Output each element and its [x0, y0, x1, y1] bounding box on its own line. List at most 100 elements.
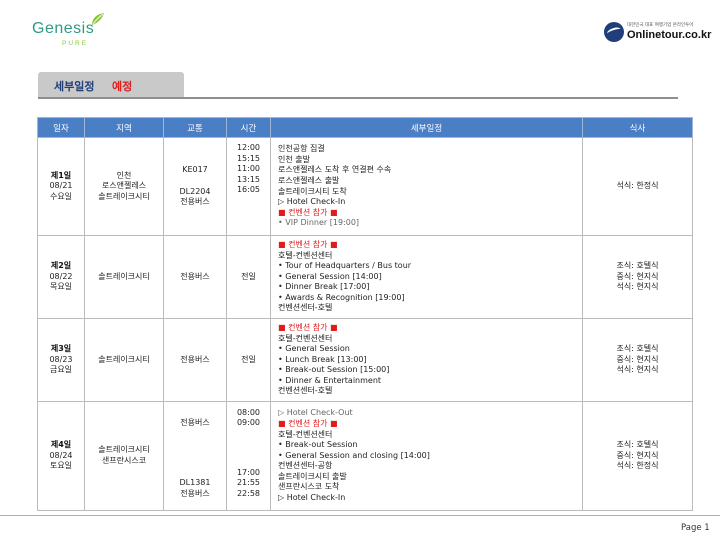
- day-date: 08/22: [49, 271, 73, 281]
- header-transport: 교통: [163, 117, 227, 138]
- day-weekday: 토요일: [49, 461, 73, 471]
- transport-line: 전용버스: [180, 354, 210, 364]
- transport-line: 전용버스: [180, 271, 210, 281]
- day-label: 제2일: [50, 261, 72, 271]
- detail-line: 솔트레이크시티 도착: [278, 186, 347, 196]
- region-cell: 솔트레이크시티: [84, 235, 164, 319]
- transport-line: KE017: [182, 165, 208, 175]
- detail-line: • General Session: [278, 344, 350, 354]
- day-date: 08/24: [49, 450, 73, 460]
- page-number: Page 1: [681, 523, 710, 533]
- time-line: 15:15: [236, 153, 261, 163]
- detail-line: 호텔-컨벤션센터: [278, 429, 333, 439]
- meal-line: 조식: 호텔식: [616, 344, 659, 354]
- detail-line: 컨벤션센터-호텔: [278, 386, 333, 396]
- region-cell: 인천 로스앤젤레스 솔트레이크시티: [84, 137, 164, 236]
- header-date: 일자: [37, 117, 85, 138]
- day-label: 제3일: [50, 344, 72, 354]
- detail-line: 샌프란시스코 도착: [278, 482, 340, 492]
- detail-line: 컨벤션센터-호텔: [278, 303, 333, 313]
- transport-spacer: [164, 408, 226, 419]
- time-line: 09:00: [236, 418, 261, 428]
- table-row: 제1일 08/21 수요일 인천 로스앤젤레스 솔트레이크시티 KE017 DL…: [37, 137, 693, 236]
- transport-line: 전용버스: [180, 488, 210, 498]
- region-line: 솔트레이크시티: [98, 191, 150, 201]
- meal-line: 석식: 현지식: [616, 282, 659, 292]
- transport-line: DL2204: [179, 186, 211, 196]
- time-cell: 08:00 09:00 17:00 21:55 22:58: [226, 401, 271, 511]
- detail-line: 컨벤션센터-공항: [278, 461, 333, 471]
- section-tab: 세부일정 예정: [38, 72, 184, 98]
- detail-line: • Break-out Session [15:00]: [278, 365, 390, 375]
- onlinetour-tagline: 대한민국 대표 여행기업 온라인투어: [627, 23, 694, 28]
- detail-line: • Lunch Break [13:00]: [278, 354, 367, 364]
- day-weekday: 수요일: [49, 191, 73, 201]
- time-line: 전일: [241, 354, 256, 364]
- detail-line: ▷ Hotel Check-Out: [278, 408, 353, 418]
- day-label: 제1일: [50, 170, 72, 180]
- itinerary-table: 일자 지역 교통 시간 세부일정 식사 제1일 08/21 수요일 인천 로스앤…: [37, 117, 693, 511]
- detail-cell: ■ 컨벤션 참가 ■ 호텔-컨벤션센터 • General Session • …: [270, 318, 583, 402]
- section-status: 예정: [112, 80, 133, 93]
- header-meals: 식사: [582, 117, 693, 138]
- detail-line: • General Session [14:00]: [278, 271, 382, 281]
- detail-line: 호텔-컨벤션센터: [278, 333, 333, 343]
- detail-line: 인천공항 집결: [278, 144, 325, 154]
- meal-line: 석식: 한정식: [616, 461, 659, 471]
- footer-divider: [0, 515, 720, 516]
- day-cell: 제2일 08/22 목요일: [37, 235, 85, 319]
- genesis-logo-subtext: PURE: [62, 40, 89, 47]
- convention-label: ■ 컨벤션 참가 ■: [278, 418, 338, 428]
- time-line: 17:00: [236, 467, 261, 477]
- meal-cell: 조식: 호텔식 중식: 현지식 석식: 현지식: [582, 235, 693, 319]
- transport-spacer: [164, 176, 226, 187]
- time-line: 12:00: [236, 143, 261, 152]
- convention-label: ■ 컨벤션 참가 ■: [278, 207, 338, 217]
- region-line: 인천: [116, 170, 132, 180]
- region-line: 솔트레이크시티: [98, 354, 150, 364]
- detail-line: • Dinner & Entertainment: [278, 375, 382, 385]
- detail-line: • Dinner Break [17:00]: [278, 282, 370, 292]
- detail-line: • Break-out Session: [278, 440, 358, 450]
- day-cell: 제1일 08/21 수요일: [37, 137, 85, 236]
- meal-line: 석식: 한정식: [616, 181, 659, 191]
- detail-line: • Awards & Recognition [19:00]: [278, 292, 405, 302]
- convention-label: ■ 컨벤션 참가 ■: [278, 322, 338, 332]
- time-stack: 08:00 09:00 17:00 21:55 22:58: [227, 408, 270, 500]
- day-weekday: 금요일: [49, 365, 73, 375]
- region-line: 솔트레이크시티: [98, 445, 150, 455]
- detail-line: 인천 출발: [278, 154, 310, 164]
- detail-line: ▷ Hotel Check-In: [278, 493, 346, 503]
- time-line: 11:00: [236, 164, 261, 174]
- table-row: 제2일 08/22 목요일 솔트레이크시티 전용버스 전일 ■ 컨벤션 참가 ■…: [37, 235, 693, 319]
- meal-cell: 석식: 한정식: [582, 137, 693, 236]
- detail-cell: 인천공항 집결 인천 출발 로스앤젤레스 도착 후 연결편 수속 로스앤젤레스 …: [270, 137, 583, 236]
- section-divider: [38, 97, 678, 99]
- day-weekday: 목요일: [49, 282, 73, 292]
- meal-line: 중식: 현지식: [616, 354, 659, 364]
- time-line: 21:55: [236, 478, 261, 488]
- meal-line: 조식: 호텔식: [616, 440, 659, 450]
- region-cell: 솔트레이크시티 샌프란시스코: [84, 401, 164, 511]
- transport-line: 전용버스: [180, 418, 210, 428]
- detail-cell: ■ 컨벤션 참가 ■ 호텔-컨벤션센터 • Tour of Headquarte…: [270, 235, 583, 319]
- meal-cell: 조식: 호텔식 중식: 현지식 석식: 현지식: [582, 318, 693, 402]
- detail-line: • General Session and closing [14:00]: [278, 450, 430, 460]
- region-line: 솔트레이크시티: [98, 271, 150, 281]
- table-header-row: 일자 지역 교통 시간 세부일정 식사: [37, 117, 693, 138]
- meal-cell: 조식: 호텔식 중식: 현지식 석식: 한정식: [582, 401, 693, 511]
- detail-line: 로스앤젤레스 도착 후 연결편 수속: [278, 165, 392, 175]
- time-line: 전일: [241, 271, 256, 281]
- region-line: 샌프란시스코: [101, 456, 147, 465]
- genesis-logo-text: Genesis: [32, 20, 95, 37]
- transport-line: DL1381: [179, 478, 211, 488]
- time-line: 16:05: [236, 185, 261, 195]
- day-cell: 제3일 08/23 금요일: [37, 318, 85, 402]
- detail-line: 솔트레이크시티 출발: [278, 471, 347, 481]
- transport-cell: 전용버스 DL1381 전용버스: [163, 401, 227, 511]
- detail-line: 호텔-컨벤션센터: [278, 250, 333, 260]
- detail-line: • VIP Dinner [19:00]: [278, 218, 360, 228]
- time-line: 22:58: [236, 488, 261, 498]
- time-cell: 12:00 15:15 11:00 13:15 16:05: [226, 137, 271, 236]
- day-cell: 제4일 08/24 토요일: [37, 401, 85, 511]
